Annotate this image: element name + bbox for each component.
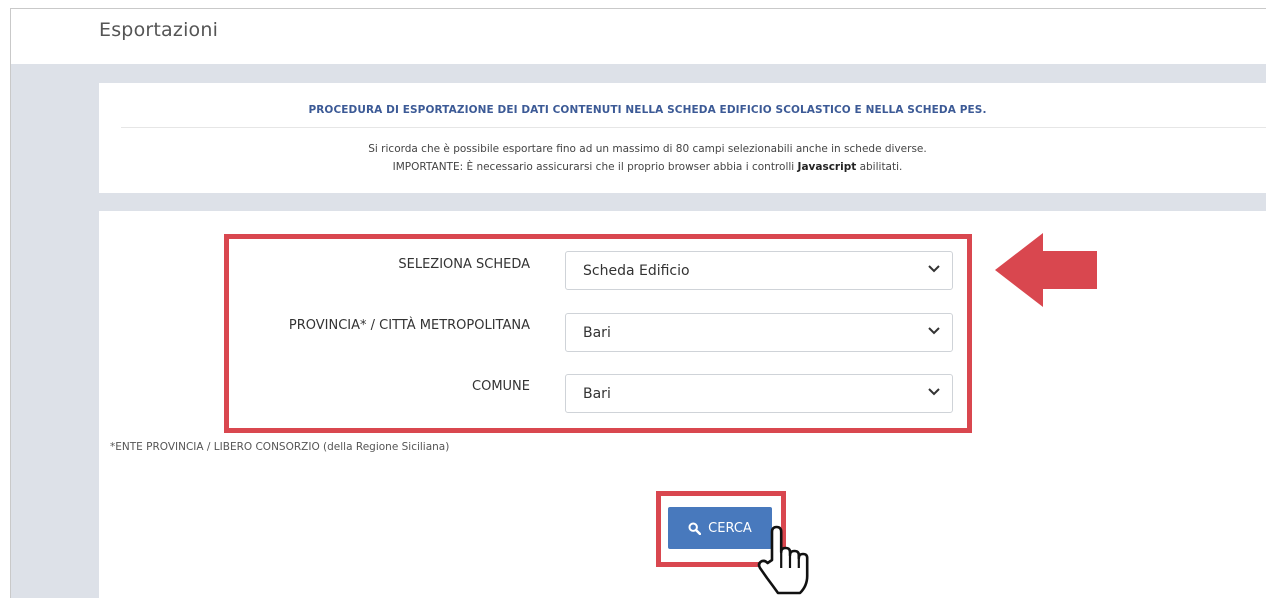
footnote: *ENTE PROVINCIA / LIBERO CONSORZIO (dell… [110,441,450,453]
window-top-border [10,8,1266,9]
procedure-heading: PROCEDURA DI ESPORTAZIONE DEI DATI CONTE… [308,104,987,116]
info-text-prefix: IMPORTANTE: È necessario assicurarsi che… [392,161,798,173]
info-text-suffix: abilitati. [856,161,903,173]
cerca-label: CERCA [708,520,752,536]
form-highlight-box [224,234,972,433]
info-panel: PROCEDURA DI ESPORTAZIONE DEI DATI CONTE… [99,83,1266,193]
search-icon [688,521,702,535]
info-text-javascript: IMPORTANTE: È necessario assicurarsi che… [99,161,1196,173]
info-text-max-fields: Si ricorda che è possibile esportare fin… [368,143,927,155]
info-divider [121,127,1266,128]
page-title: Esportazioni [99,19,219,41]
hand-pointer-icon [757,525,809,595]
javascript-bold-text: Javascript [797,161,857,173]
arrow-left-icon [995,233,1097,307]
